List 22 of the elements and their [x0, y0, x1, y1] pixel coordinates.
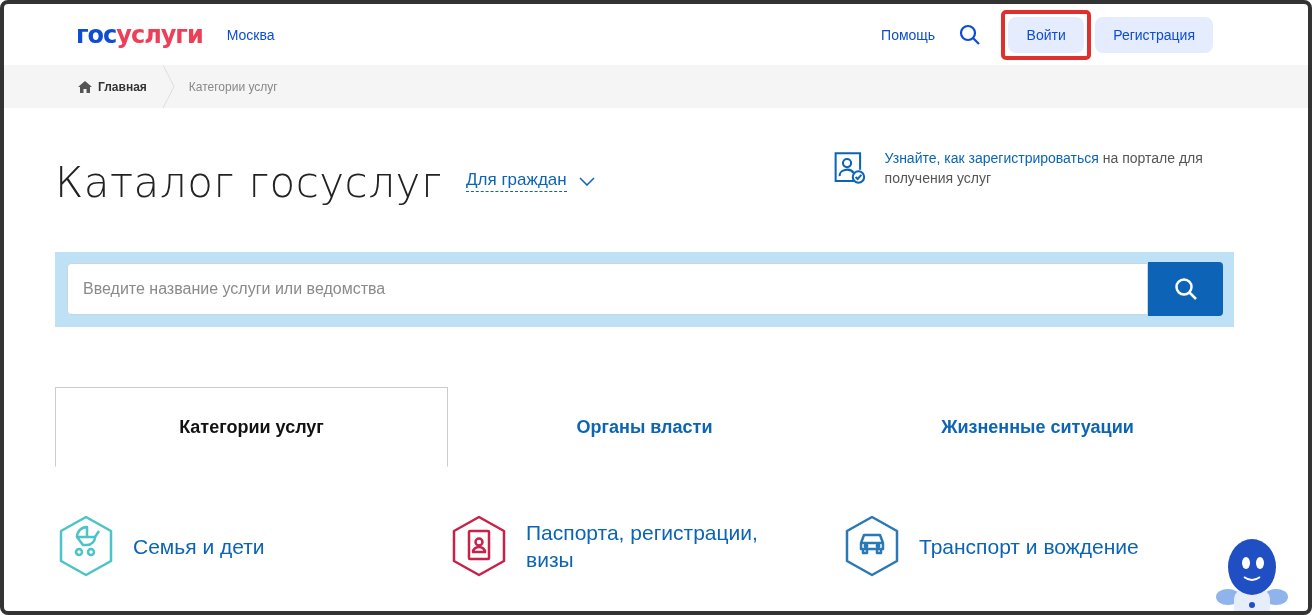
page-title: Каталог госуслуг — [55, 158, 443, 207]
category-link[interactable]: Паспорта, регистрации, визы — [448, 515, 841, 577]
logo[interactable]: госуслуги — [76, 20, 203, 49]
registration-hint: Узнайте, как зарегистрироваться на портале для получения услуг — [884, 149, 1204, 188]
search-icon — [1173, 277, 1198, 301]
audience-dropdown[interactable]: Для граждан — [466, 170, 567, 192]
register-button[interactable]: Регистрация — [1095, 16, 1213, 53]
registration-link[interactable]: Узнайте, как зарегистрироваться — [884, 150, 1099, 166]
search-icon[interactable] — [959, 23, 982, 46]
help-link[interactable]: Помощь — [881, 26, 936, 43]
search-field[interactable]: Введите название услуги или ведомства — [67, 263, 1148, 315]
city-link[interactable]: Москва — [226, 26, 275, 43]
tab[interactable]: Категории услуг — [55, 387, 448, 467]
home-breadcrumb[interactable]: Главная — [78, 79, 147, 94]
category-link[interactable]: Транспорт и вождение — [841, 515, 1234, 577]
current-breadcrumb: Категории услуг — [188, 79, 278, 94]
category-link[interactable]: Семья и дети — [55, 515, 448, 577]
search-button[interactable] — [1148, 262, 1223, 316]
chevron-down-icon[interactable] — [578, 177, 595, 186]
home-icon — [78, 80, 92, 93]
breadcrumb-separator — [162, 65, 175, 108]
login-button[interactable]: Войти — [1008, 16, 1085, 53]
